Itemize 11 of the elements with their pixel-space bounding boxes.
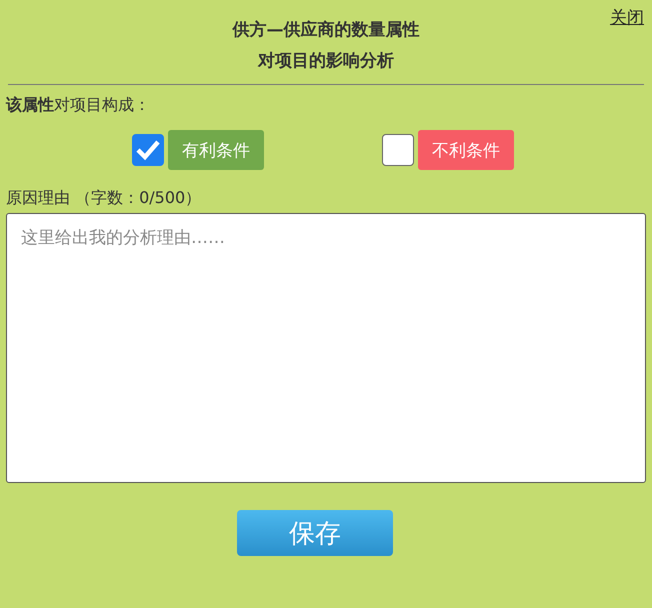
close-link[interactable]: 关闭 — [610, 6, 644, 29]
prompt-text: 该属性对项目构成： — [6, 95, 151, 116]
checkbox[interactable] — [132, 134, 164, 166]
condition-button[interactable]: 有利条件 — [168, 130, 264, 170]
condition-button[interactable]: 不利条件 — [418, 130, 514, 170]
reason-label: 原因理由 （字数：0/500） — [6, 188, 202, 209]
reason-field[interactable]: 这里给出我的分析理由…… — [6, 213, 646, 483]
dialog-title: 对项目的影响分析 — [258, 50, 394, 72]
checkbox[interactable] — [382, 134, 414, 166]
save-button[interactable]: 保存 — [237, 510, 393, 556]
dialog-title: 供方—供应商的数量属性 — [232, 19, 420, 41]
